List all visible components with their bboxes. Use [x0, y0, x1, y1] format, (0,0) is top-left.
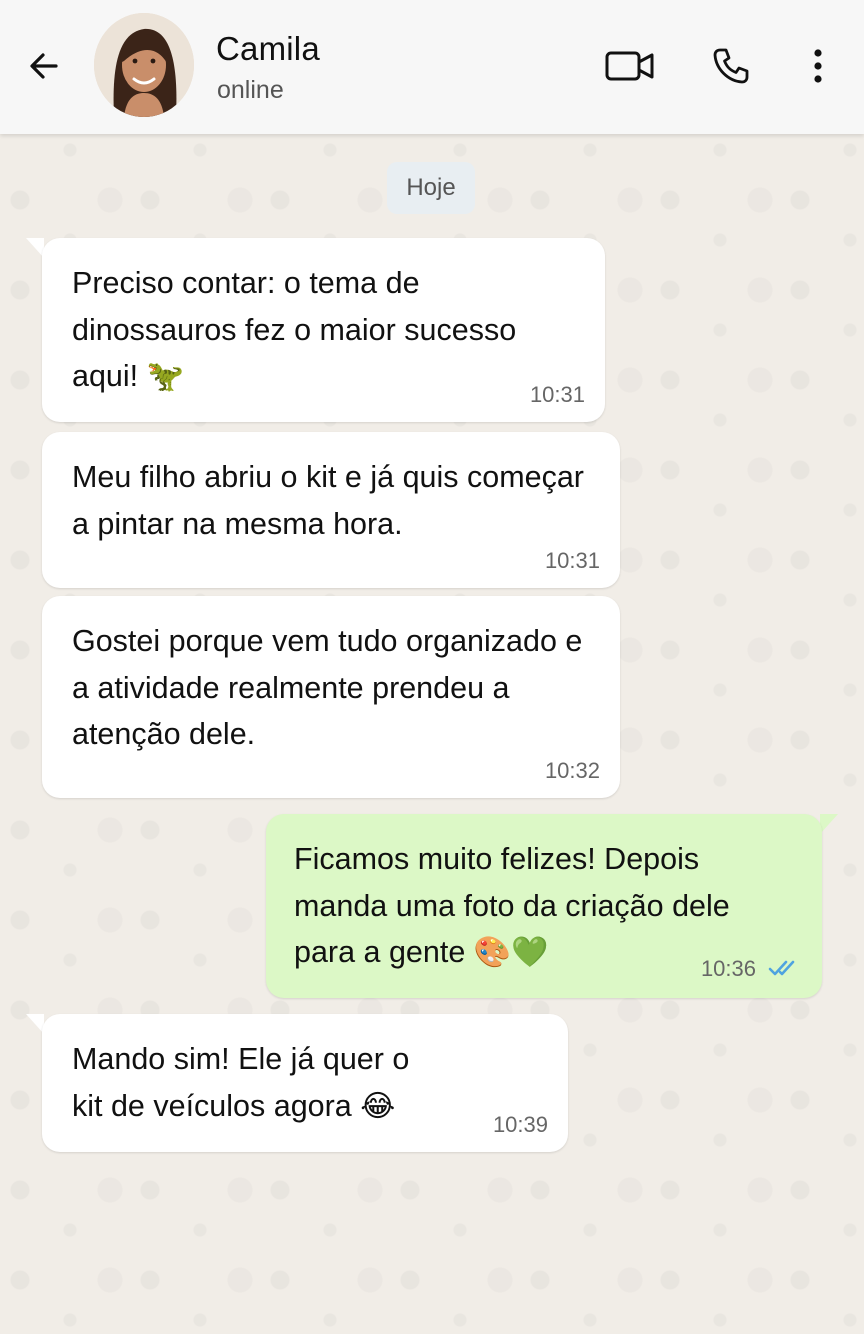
chat-header: Camila online: [0, 0, 864, 134]
message-time: 10:31: [529, 382, 585, 407]
message-bubble-incoming[interactable]: Gostei porque vem tudo organizado e a at…: [42, 596, 620, 798]
video-camera-icon: [605, 51, 654, 81]
contact-name[interactable]: Camila: [216, 30, 320, 68]
bubble-tail: [820, 814, 838, 834]
contact-status: online: [217, 76, 284, 104]
message-bubble-incoming[interactable]: Mando sim! Ele já quer o kit de veículos…: [42, 1014, 568, 1152]
date-separator: Hoje: [387, 162, 475, 214]
dinosaur-emoji: 🦖: [146, 360, 184, 393]
message-bubble-incoming[interactable]: Meu filho abriu o kit e já quis começar …: [42, 432, 620, 588]
more-vertical-icon: [814, 49, 822, 83]
message-time: 10:32: [544, 758, 600, 783]
laughing-emoji: 😂: [360, 1089, 396, 1123]
video-call-button[interactable]: [602, 44, 658, 88]
more-options-button[interactable]: [795, 44, 841, 88]
message-bubble-incoming[interactable]: Preciso contar: o tema de dinossauros fe…: [42, 238, 605, 422]
message-text: Preciso contar: o tema de dinossauros fe…: [72, 266, 517, 393]
avatar-photo: [94, 13, 194, 117]
back-arrow-icon: [30, 53, 58, 79]
message-text: Gostei porque vem tudo organizado e a at…: [72, 624, 583, 751]
message-time: 10:31: [544, 548, 600, 573]
voice-call-button[interactable]: [706, 44, 756, 88]
message-bubble-outgoing[interactable]: Ficamos muito felizes! Depois manda uma …: [266, 814, 822, 998]
back-button[interactable]: [22, 44, 66, 88]
phone-icon: [713, 48, 749, 84]
message-text: Meu filho abriu o kit e já quis começar …: [72, 460, 584, 541]
message-text: Mando sim! Ele já quer o kit de veículos…: [72, 1042, 410, 1123]
message-time: 10:36: [700, 956, 756, 981]
message-text: Ficamos muito felizes! Depois manda uma …: [294, 842, 730, 969]
double-check-icon: [768, 960, 795, 976]
message-time: 10:39: [492, 1112, 548, 1137]
avatar[interactable]: [94, 13, 194, 117]
palette-heart-emoji: 🎨💚: [473, 936, 549, 969]
